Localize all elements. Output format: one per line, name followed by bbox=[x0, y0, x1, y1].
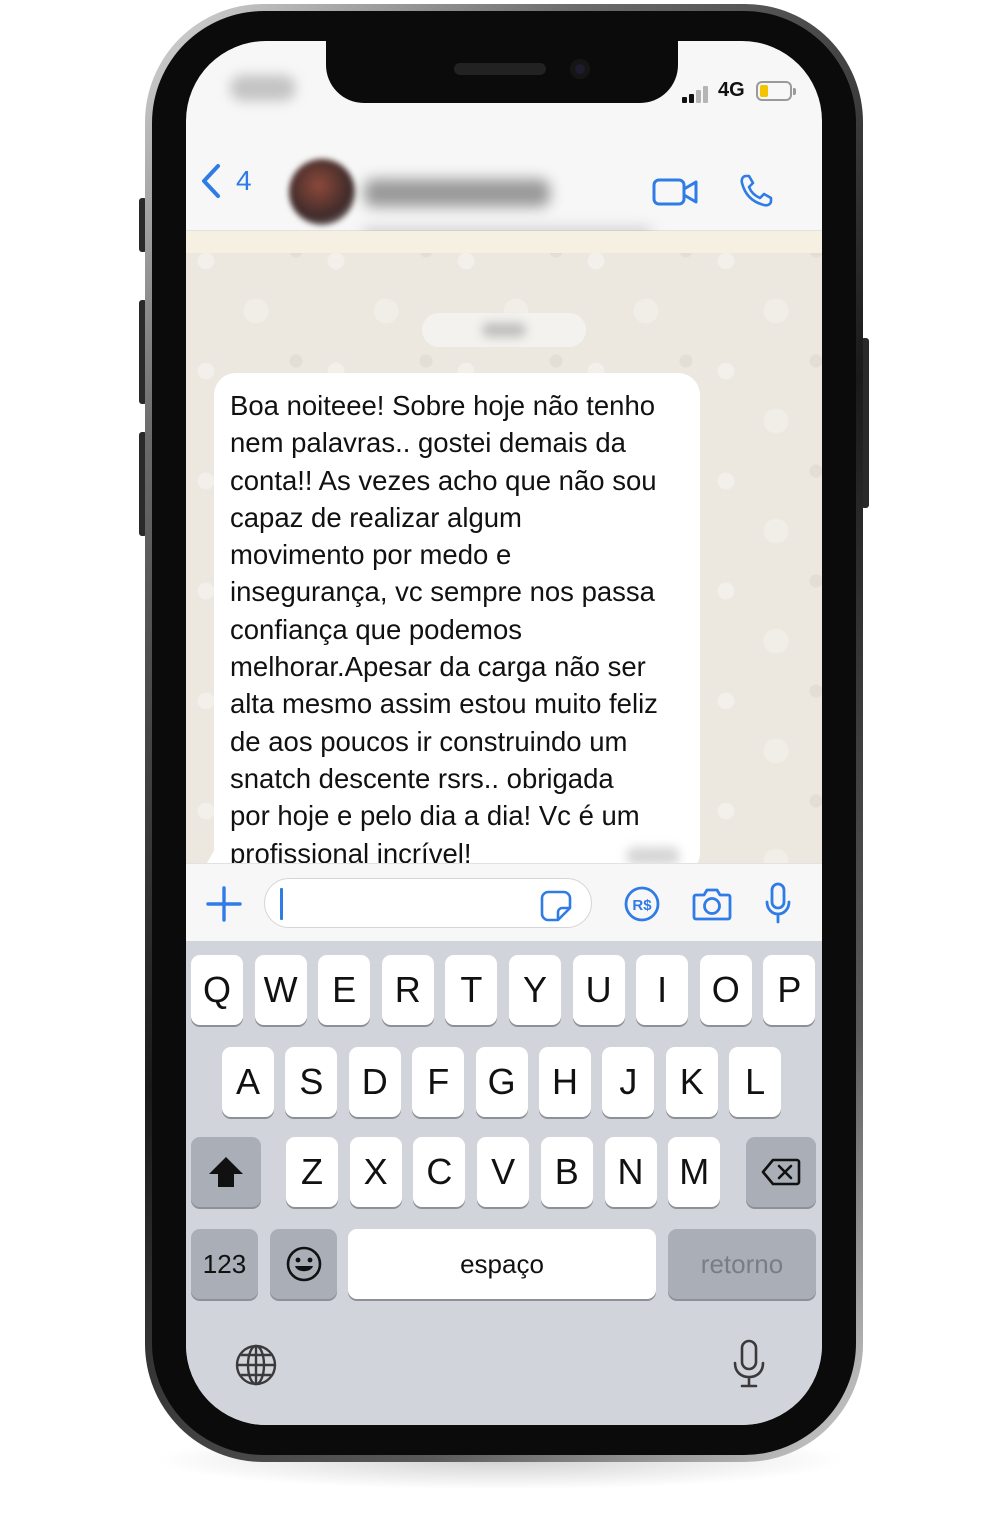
payment-icon[interactable]: R$ bbox=[624, 886, 660, 922]
key-v[interactable]: V bbox=[477, 1137, 530, 1207]
phone-call-icon[interactable] bbox=[738, 173, 774, 209]
back-button[interactable]: 4 bbox=[200, 163, 252, 199]
key-w[interactable]: W bbox=[254, 955, 307, 1025]
key-z[interactable]: Z bbox=[286, 1137, 338, 1207]
delete-icon bbox=[761, 1158, 801, 1186]
key-m[interactable]: M bbox=[668, 1137, 721, 1207]
network-label: 4G bbox=[718, 79, 745, 101]
notch bbox=[326, 41, 678, 103]
shift-key[interactable] bbox=[191, 1137, 261, 1207]
video-call-icon[interactable] bbox=[652, 177, 698, 207]
key-t[interactable]: T bbox=[445, 955, 498, 1025]
status-time bbox=[230, 75, 296, 101]
key-y[interactable]: Y bbox=[509, 955, 561, 1025]
phone-bezel: 4G 4 Boa noiteee! Sobre hoje não tenho n… bbox=[152, 11, 856, 1455]
key-r[interactable]: R bbox=[381, 955, 434, 1025]
key-k[interactable]: K bbox=[665, 1047, 718, 1117]
globe-icon[interactable] bbox=[234, 1343, 278, 1387]
camera-icon[interactable] bbox=[692, 886, 732, 922]
key-d[interactable]: D bbox=[348, 1047, 401, 1117]
battery-icon bbox=[756, 81, 796, 101]
key-o[interactable]: O bbox=[699, 955, 752, 1025]
key-q[interactable]: Q bbox=[191, 955, 243, 1025]
date-chip-label bbox=[482, 323, 526, 337]
chat-header: 4 bbox=[186, 131, 822, 241]
chevron-left-icon bbox=[202, 164, 220, 198]
key-b[interactable]: B bbox=[540, 1137, 593, 1207]
key-l[interactable]: L bbox=[729, 1047, 782, 1117]
key-e[interactable]: E bbox=[318, 955, 371, 1025]
key-s[interactable]: S bbox=[285, 1047, 338, 1117]
emoji-icon bbox=[286, 1246, 321, 1282]
shift-icon bbox=[209, 1157, 243, 1187]
earpiece-speaker bbox=[454, 63, 546, 75]
microphone-icon[interactable] bbox=[764, 882, 792, 924]
key-x[interactable]: X bbox=[349, 1137, 402, 1207]
chat-area[interactable]: Boa noiteee! Sobre hoje não tenho nem pa… bbox=[186, 231, 822, 875]
key-c[interactable]: C bbox=[413, 1137, 466, 1207]
message-text: Boa noiteee! Sobre hoje não tenho nem pa… bbox=[230, 390, 658, 869]
return-key[interactable]: retorno bbox=[668, 1229, 816, 1299]
key-u[interactable]: U bbox=[572, 955, 625, 1025]
key-a[interactable]: A bbox=[222, 1047, 274, 1117]
key-h[interactable]: H bbox=[539, 1047, 591, 1117]
key-g[interactable]: G bbox=[475, 1047, 528, 1117]
space-key[interactable]: espaço bbox=[348, 1229, 656, 1299]
phone-frame: 4G 4 Boa noiteee! Sobre hoje não tenho n… bbox=[145, 4, 863, 1462]
phone-screen: 4G 4 Boa noiteee! Sobre hoje não tenho n… bbox=[186, 41, 822, 1425]
delete-key[interactable] bbox=[746, 1137, 816, 1207]
unread-count: 4 bbox=[236, 165, 252, 196]
signal-icon bbox=[682, 85, 714, 103]
front-camera bbox=[570, 59, 590, 79]
key-f[interactable]: F bbox=[412, 1047, 465, 1117]
keyboard: 123 espaço retorno Q W E R T Y U I O P A… bbox=[186, 941, 822, 1425]
key-j[interactable]: J bbox=[602, 1047, 655, 1117]
contact-avatar[interactable] bbox=[289, 159, 355, 225]
text-caret bbox=[280, 888, 283, 920]
numbers-key[interactable]: 123 bbox=[191, 1229, 258, 1299]
message-bubble[interactable]: Boa noiteee! Sobre hoje não tenho nem pa… bbox=[200, 373, 700, 875]
payment-label: R$ bbox=[632, 897, 652, 914]
dictation-icon[interactable] bbox=[732, 1339, 766, 1389]
message-input-bar: R$ bbox=[186, 863, 822, 941]
battery-level bbox=[760, 85, 769, 97]
key-n[interactable]: N bbox=[604, 1137, 657, 1207]
key-i[interactable]: I bbox=[636, 955, 689, 1025]
date-chip bbox=[422, 313, 586, 347]
sticker-icon[interactable] bbox=[540, 890, 572, 922]
chat-banner bbox=[186, 231, 822, 253]
contact-name[interactable] bbox=[364, 179, 550, 207]
plus-icon[interactable] bbox=[206, 886, 242, 922]
emoji-key[interactable] bbox=[270, 1229, 337, 1299]
battery-cap bbox=[793, 88, 796, 95]
key-p[interactable]: P bbox=[763, 955, 816, 1025]
